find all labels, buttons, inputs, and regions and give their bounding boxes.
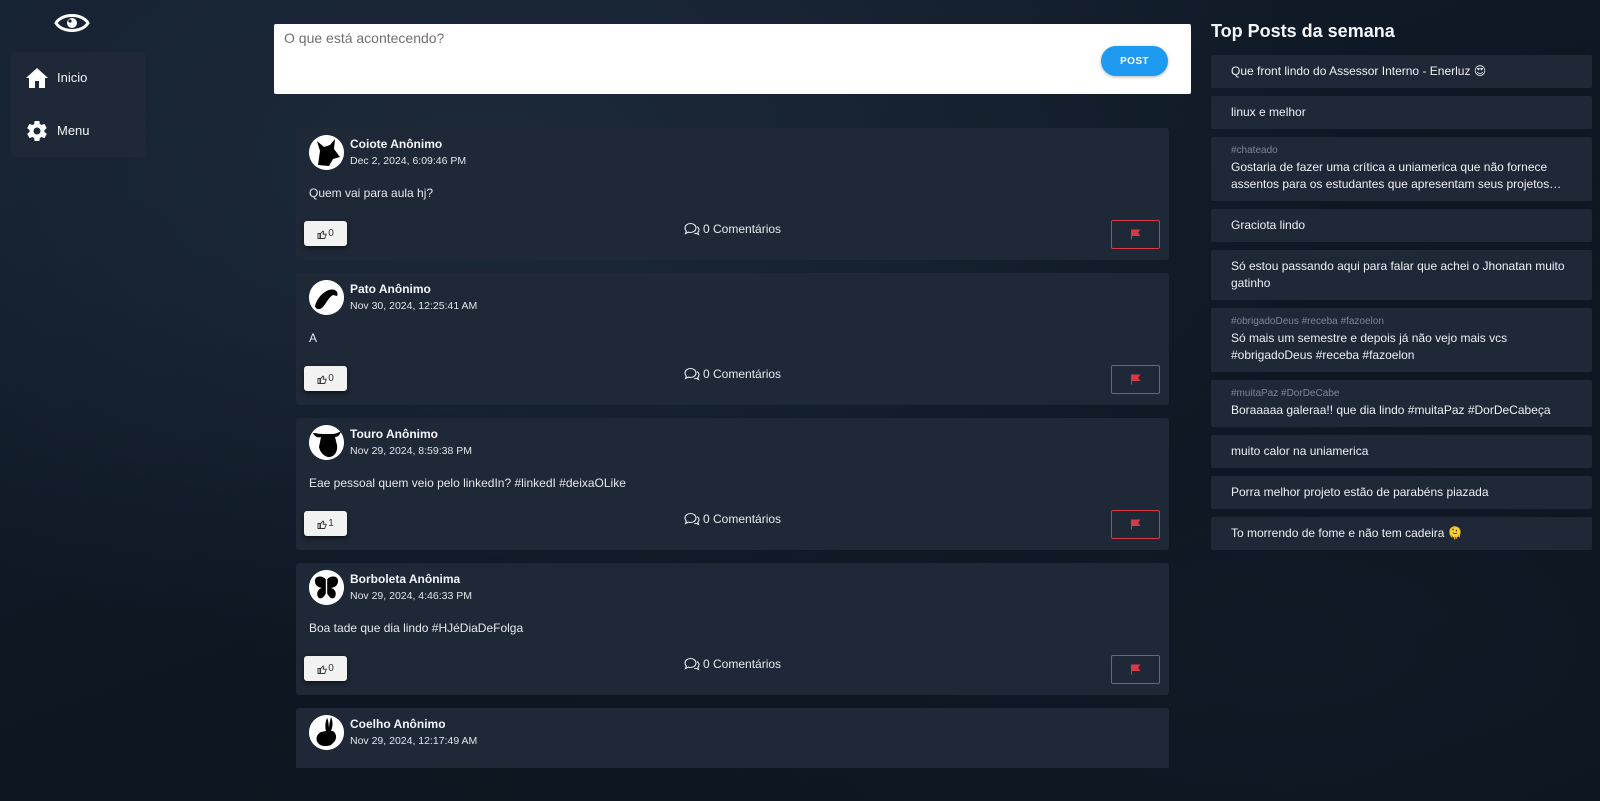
sidebar-nav: Inicio Menu [11,52,146,157]
comments-link[interactable]: 0 Comentários [684,221,781,237]
top-post-text: linux e melhor [1231,105,1306,119]
top-post-text: Graciota lindo [1231,218,1306,232]
home-icon [26,67,48,88]
comments-count: 0 Comentários [703,222,782,236]
top-post-item[interactable]: Só estou passando aqui para falar que ac… [1211,250,1592,300]
top-post-text: Boraaaaa galeraa!! que dia lindo #muitaP… [1231,403,1551,417]
top-post-item[interactable]: #chateado Gostaria de fazer uma crítica … [1211,137,1592,201]
butterfly-avatar-icon [309,570,344,605]
thumbs-up-icon [317,375,328,384]
sidebar-item-inicio[interactable]: Inicio [11,64,146,91]
top-post-text: Só mais um semestre e depois já não vejo… [1231,331,1508,362]
top-post-item[interactable]: muito calor na uniamerica [1211,435,1592,468]
top-post-item[interactable]: Graciota lindo [1211,209,1592,242]
post-button[interactable]: POST [1101,46,1168,76]
flag-icon [1131,374,1141,385]
eye-logo-icon[interactable] [54,11,90,35]
bull-avatar-icon [309,425,344,460]
post-content: Quem vai para aula hj? [309,186,434,200]
post-author: Coelho Anônimo [350,717,446,731]
post-author: Pato Anônimo [350,282,431,296]
like-count: 0 [328,228,334,239]
comments-link[interactable]: 0 Comentários [684,366,781,382]
top-post-text: muito calor na uniamerica [1231,444,1369,458]
comments-link[interactable]: 0 Comentários [684,656,781,672]
top-post-text: Só estou passando aqui para falar que ac… [1231,259,1565,290]
top-post-text: Porra melhor projeto estão de parabéns p… [1231,485,1489,499]
comments-icon [684,367,700,381]
comments-link[interactable]: 0 Comentários [684,511,781,527]
comments-icon [684,222,700,236]
post-date: Nov 29, 2024, 4:46:33 PM [350,590,472,602]
like-button[interactable]: 0 [304,366,347,391]
thumbs-up-icon [317,520,328,529]
post-date: Nov 29, 2024, 8:59:38 PM [350,445,472,457]
post-date: Nov 30, 2024, 12:25:41 AM [350,300,478,312]
post-author: Touro Anônimo [350,427,438,441]
top-posts-title: Top Posts da semana [1211,21,1395,41]
post-author: Borboleta Anônima [350,572,461,586]
sidebar-item-label: Inicio [57,70,88,85]
top-post-text: To morrendo de fome e não tem cadeira 🫠 [1231,526,1463,540]
thumbs-up-icon [317,230,328,239]
top-post-item[interactable]: #muitaPaz #DorDeCabe Boraaaaa galeraa!! … [1211,380,1592,427]
top-post-tags: #muitaPaz #DorDeCabe [1231,388,1340,399]
like-count: 0 [328,663,334,674]
top-post-item[interactable]: Que front lindo do Assessor Interno - En… [1211,55,1592,88]
post-card: Pato Anônimo Nov 30, 2024, 12:25:41 AM A… [296,273,1169,405]
report-button[interactable] [1111,655,1160,684]
comments-count: 0 Comentários [703,512,782,526]
post-composer: POST [274,24,1191,94]
post-content: A [309,331,318,345]
like-button[interactable]: 0 [304,221,347,246]
post-content: Boa tade que dia lindo #HJéDiaDeFolga [309,621,524,635]
top-post-tags: #chateado [1231,145,1278,156]
coyote-avatar-icon [309,135,344,170]
post-content: Eae pessoal quem veio pelo linkedIn? #li… [309,476,626,490]
post-card: Borboleta Anônima Nov 29, 2024, 4:46:33 … [296,563,1169,695]
comments-count: 0 Comentários [703,657,782,671]
like-button[interactable]: 1 [304,511,347,536]
top-post-text: Gostaria de fazer uma crítica a uniameri… [1231,160,1562,191]
like-count: 1 [328,518,334,529]
post-author: Coiote Anônimo [350,137,443,151]
report-button[interactable] [1111,365,1160,394]
sidebar-item-menu[interactable]: Menu [11,117,146,144]
post-text-input[interactable] [274,24,1191,94]
top-post-item[interactable]: Porra melhor projeto estão de parabéns p… [1211,476,1592,509]
flag-icon [1131,664,1141,675]
flag-icon [1131,229,1141,240]
post-card: Touro Anônimo Nov 29, 2024, 8:59:38 PM E… [296,418,1169,550]
sidebar-item-label: Menu [57,123,90,138]
post-card: Coelho Anônimo Nov 29, 2024, 12:17:49 AM [296,708,1169,768]
comments-icon [684,657,700,671]
rabbit-avatar-icon [309,715,344,750]
post-date: Nov 29, 2024, 12:17:49 AM [350,735,478,747]
top-post-text: Que front lindo do Assessor Interno - En… [1231,64,1487,78]
like-count: 0 [328,373,334,384]
top-post-item[interactable]: linux e melhor [1211,96,1592,129]
top-post-item[interactable]: #obrigadoDeus #receba #fazoelon Só mais … [1211,308,1592,372]
top-post-tags: #obrigadoDeus #receba #fazoelon [1231,316,1384,327]
flag-icon [1131,519,1141,530]
like-button[interactable]: 0 [304,656,347,681]
post-card: Coiote Anônimo Dec 2, 2024, 6:09:46 PM Q… [296,128,1169,260]
top-posts-list: Que front lindo do Assessor Interno - En… [1211,55,1592,558]
comments-count: 0 Comentários [703,367,782,381]
top-post-item[interactable]: To morrendo de fome e não tem cadeira 🫠 [1211,517,1592,550]
duck-avatar-icon [309,280,344,315]
post-feed[interactable]: Coiote Anônimo Dec 2, 2024, 6:09:46 PM Q… [296,128,1169,768]
comments-icon [684,512,700,526]
thumbs-up-icon [317,665,328,674]
report-button[interactable] [1111,220,1160,249]
report-button[interactable] [1111,510,1160,539]
post-date: Dec 2, 2024, 6:09:46 PM [350,155,467,167]
gear-icon [27,120,47,141]
